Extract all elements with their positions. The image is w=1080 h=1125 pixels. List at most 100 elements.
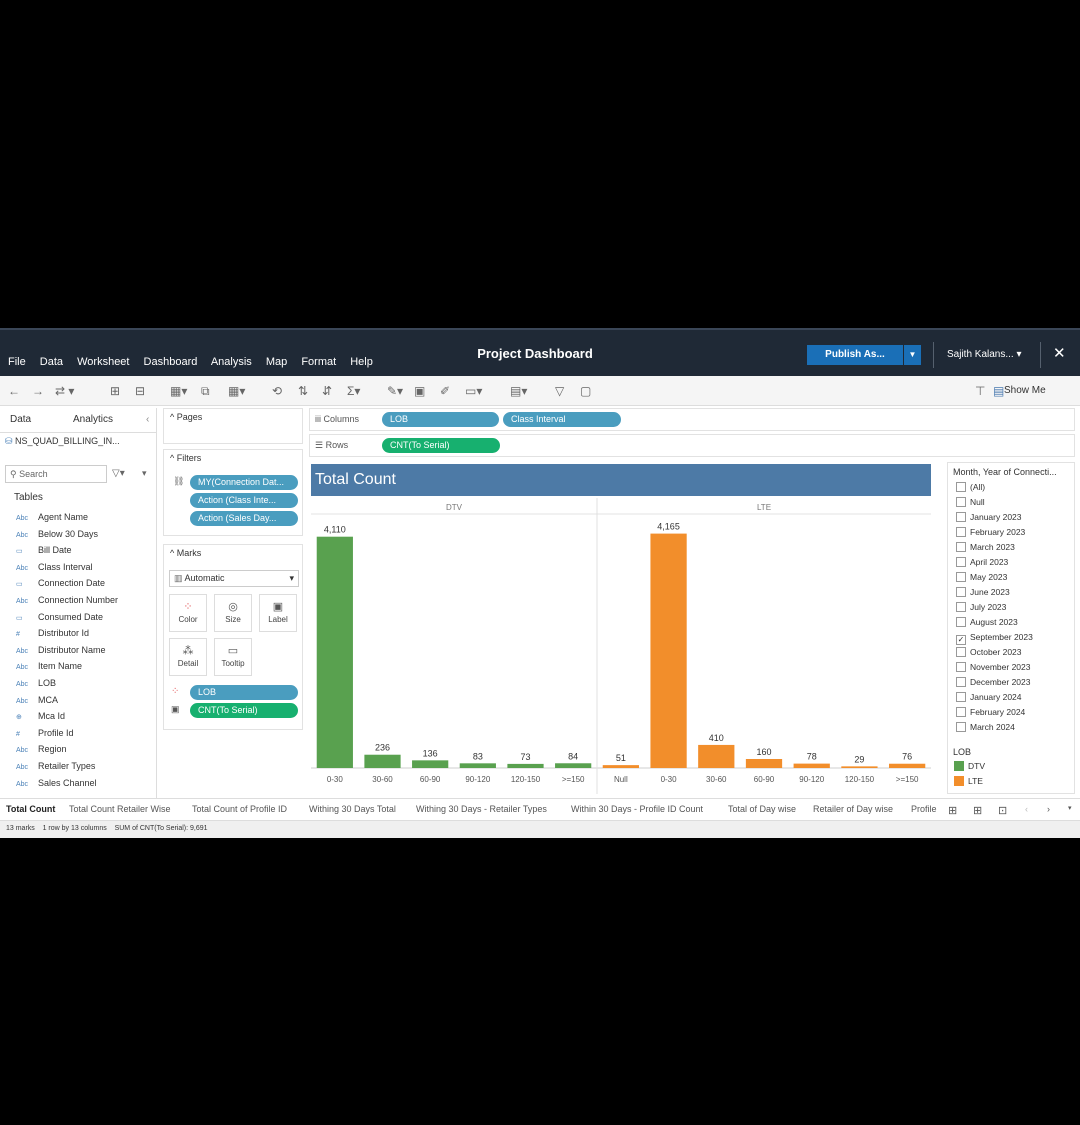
field-item[interactable]: Abc Sales Channel: [16, 778, 97, 788]
columns-pill-class-interval[interactable]: Class Interval: [503, 412, 621, 427]
sort-ascending-icon[interactable]: ⇅: [298, 384, 308, 398]
tab-sheet[interactable]: Total Count Retailer Wise: [69, 804, 171, 814]
bar[interactable]: [555, 763, 592, 768]
month-filter-item[interactable]: March 2023: [956, 542, 1015, 552]
month-filter-item[interactable]: August 2023: [956, 617, 1018, 627]
field-item[interactable]: ▭ Bill Date: [16, 545, 72, 555]
field-item[interactable]: ⊕ Mca Id: [16, 711, 65, 721]
field-item[interactable]: Abc Retailer Types: [16, 761, 95, 771]
filter-pill[interactable]: Action (Class Inte...: [190, 493, 298, 508]
bar[interactable]: [364, 754, 401, 768]
tooltip-button[interactable]: ▭ Tooltip: [214, 638, 252, 676]
fix-axes-icon[interactable]: ▤▾: [510, 384, 527, 398]
publish-button[interactable]: Publish As...: [807, 345, 903, 365]
size-button[interactable]: ◎ Size: [214, 594, 252, 632]
checkbox-icon[interactable]: [956, 602, 966, 612]
swap-icon[interactable]: ⇄ ▾: [55, 384, 74, 398]
new-sheet-icon[interactable]: ⊞: [948, 804, 957, 817]
labels-icon[interactable]: ▣: [414, 384, 425, 398]
checkbox-icon[interactable]: [956, 647, 966, 657]
bar[interactable]: [507, 763, 544, 768]
show-me-button[interactable]: Show Me: [1004, 385, 1046, 396]
search-input[interactable]: ⚲ Search: [5, 465, 107, 483]
scroll-left-icon[interactable]: ‹: [1025, 804, 1028, 814]
field-item[interactable]: ▭ Connection Date: [16, 578, 105, 588]
field-item[interactable]: ▭ Consumed Date: [16, 612, 103, 622]
checkbox-icon[interactable]: [956, 557, 966, 567]
checkbox-icon[interactable]: [956, 497, 966, 507]
legend-item-lte[interactable]: LTE: [954, 776, 983, 786]
marks-pill-lob[interactable]: LOB: [190, 685, 298, 700]
bar[interactable]: [841, 766, 878, 768]
field-item[interactable]: Abc Item Name: [16, 661, 82, 671]
rows-shelf[interactable]: ☰ Rows CNT(To Serial): [309, 434, 1075, 457]
month-filter-item[interactable]: February 2024: [956, 707, 1025, 717]
rows-pill-cnt[interactable]: CNT(To Serial): [382, 438, 500, 453]
tab-sheet[interactable]: Profile: [911, 804, 937, 814]
checkbox-icon[interactable]: [956, 662, 966, 672]
checkbox-icon[interactable]: [956, 692, 966, 702]
field-item[interactable]: Abc Class Interval: [16, 562, 93, 572]
marks-pill-cnt[interactable]: CNT(To Serial): [190, 703, 298, 718]
checkbox-icon[interactable]: [956, 722, 966, 732]
month-filter-item[interactable]: February 2023: [956, 527, 1025, 537]
checkbox-icon[interactable]: [956, 677, 966, 687]
filter-icon[interactable]: ▽▾: [112, 468, 125, 479]
redo-icon[interactable]: →: [32, 384, 44, 398]
field-item[interactable]: Abc LOB: [16, 678, 56, 688]
field-item[interactable]: Abc Region: [16, 744, 67, 754]
bar[interactable]: [745, 758, 783, 768]
bar[interactable]: [459, 763, 496, 768]
bar[interactable]: [793, 763, 830, 768]
bar[interactable]: [698, 744, 735, 768]
month-filter-item[interactable]: Null: [956, 497, 985, 507]
tab-sheet[interactable]: Withing 30 Days - Retailer Types: [416, 804, 547, 814]
month-filter-item[interactable]: October 2023: [956, 647, 1022, 657]
bar[interactable]: [316, 536, 353, 768]
checkbox-icon[interactable]: [956, 512, 966, 522]
chevron-down-icon[interactable]: ▼: [904, 345, 921, 365]
totals-icon[interactable]: Σ▾: [347, 384, 360, 398]
checkbox-icon[interactable]: [956, 527, 966, 537]
chevron-up-icon[interactable]: ^: [170, 548, 177, 558]
tab-sheet[interactable]: Retailer of Day wise: [813, 804, 893, 814]
new-worksheet-icon[interactable]: ▦▾: [170, 384, 187, 398]
clear-sheet-icon[interactable]: ▦▾: [228, 384, 245, 398]
columns-shelf[interactable]: iii Columns LOB Class Interval: [309, 408, 1075, 431]
presentation-icon[interactable]: ▢: [580, 384, 591, 398]
filter-pill[interactable]: MY(Connection Dat...: [190, 475, 298, 490]
chevron-up-icon[interactable]: ^: [170, 412, 177, 422]
field-item[interactable]: Abc Connection Number: [16, 595, 118, 605]
checkbox-icon[interactable]: [956, 542, 966, 552]
show-me-icon[interactable]: ▤: [993, 384, 1004, 398]
fit-icon[interactable]: ▭▾: [465, 384, 482, 398]
detail-button[interactable]: ⁂ Detail: [169, 638, 207, 676]
bar[interactable]: [889, 763, 926, 768]
month-filter-item[interactable]: (All): [956, 482, 985, 492]
color-button[interactable]: ⁘ Color: [169, 594, 207, 632]
duplicate-sheet-icon[interactable]: ⧉: [201, 384, 210, 399]
new-dashboard-icon[interactable]: ⊞: [973, 804, 982, 817]
tab-data[interactable]: Data: [10, 414, 31, 425]
month-filter-item[interactable]: April 2023: [956, 557, 1008, 567]
month-filter-item[interactable]: March 2024: [956, 722, 1015, 732]
bar[interactable]: [602, 765, 639, 768]
month-filter-item[interactable]: December 2023: [956, 677, 1030, 687]
tab-sheet[interactable]: Total of Day wise: [728, 804, 796, 814]
columns-pill-lob[interactable]: LOB: [382, 412, 499, 427]
checkbox-icon[interactable]: [956, 572, 966, 582]
month-filter-item[interactable]: January 2023: [956, 512, 1022, 522]
user-menu[interactable]: Sajith Kalans... ▾: [947, 349, 1022, 360]
tab-analytics[interactable]: Analytics: [73, 414, 113, 425]
highlight-icon[interactable]: ✎▾: [387, 384, 403, 398]
swap-rows-columns-icon[interactable]: ⟲: [272, 384, 282, 398]
field-item[interactable]: Abc Below 30 Days: [16, 529, 98, 539]
annotate-icon[interactable]: ✐: [440, 384, 450, 398]
checkbox-icon[interactable]: [956, 587, 966, 597]
pause-updates-icon[interactable]: ⊟: [135, 384, 145, 398]
field-item[interactable]: # Profile Id: [16, 728, 74, 738]
checkbox-icon[interactable]: [956, 617, 966, 627]
bar[interactable]: [650, 533, 687, 768]
chevron-up-icon[interactable]: ^: [170, 453, 177, 463]
legend-item-dtv[interactable]: DTV: [954, 761, 985, 771]
